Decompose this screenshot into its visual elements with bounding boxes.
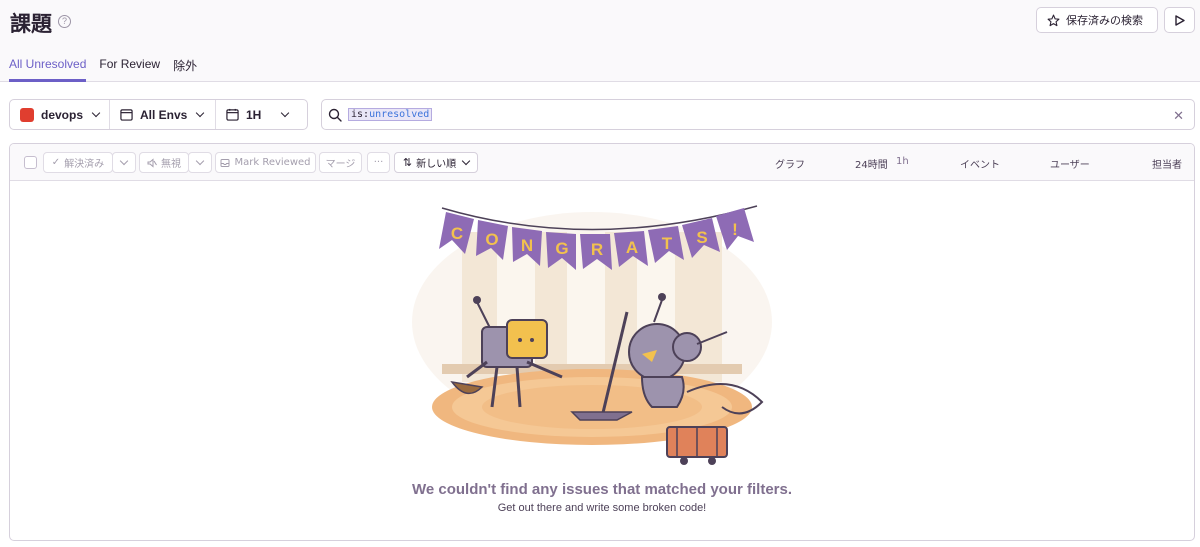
chevron-down-icon [91,108,101,118]
chevron-down-icon [281,108,290,118]
pennant-letter: N [521,236,533,255]
empty-state-subtitle: Get out there and write some broken code… [497,502,707,514]
clear-search-icon[interactable]: ✕ [1173,108,1184,124]
date-range-label: 1H [246,107,262,122]
pennant-letter: T [662,234,673,253]
checkmark-icon: ✓ [51,157,61,168]
play-icon [1174,14,1185,26]
search-token[interactable]: is:unresolved [348,108,433,121]
play-tour-button[interactable] [1164,7,1195,33]
page-header: 課題 ? 保存済みの検索 All Unresolved For Review 除… [0,0,1200,82]
pennant-letter: O [485,230,498,249]
pennant-letter: R [591,240,603,259]
pennant-letter: S [696,228,707,247]
chevron-down-icon [196,108,205,118]
saved-searches-label: 保存済みの検索 [1066,14,1143,27]
sort-icon: ⇅ [402,156,413,169]
search-icon [328,108,342,122]
project-badge-icon [20,107,34,122]
environment-selector[interactable]: All Envs [110,100,216,129]
column-users: ユーザー [1050,160,1090,171]
graph-period-1h[interactable]: 1h [896,156,909,167]
column-assignee: 担当者 [1152,160,1182,171]
issue-tabs: All Unresolved For Review 除外 [9,57,197,82]
issue-list-panel: ✓ 解決済み 無視 Mark Reviewed マージ ··· ⇅ 新しい順 グ… [9,143,1195,541]
congrats-illustration: C O N G R A T S ! [412,205,772,465]
graph-period-24h[interactable]: 24時間 [855,156,888,171]
ignore-options-button[interactable] [188,152,212,173]
saved-searches-button[interactable]: 保存済みの検索 [1036,7,1158,33]
empty-state-title: We couldn't find any issues that matched… [411,481,793,498]
project-selector[interactable]: devops [10,100,110,129]
issue-list-header: ✓ 解決済み 無視 Mark Reviewed マージ ··· ⇅ 新しい順 グ… [10,144,1194,181]
column-graph: グラフ [775,160,805,171]
mute-icon [147,157,157,168]
pennant-letter: C [451,224,463,243]
chevron-down-icon [461,156,471,166]
merge-button[interactable]: マージ [319,152,362,173]
resolve-button[interactable]: ✓ 解決済み [43,152,113,173]
resolve-options-button[interactable] [112,152,136,173]
help-icon[interactable]: ? [58,15,71,28]
chevron-down-icon [195,156,205,166]
ignore-button[interactable]: 無視 [139,152,189,173]
pennant-letter: A [626,238,638,257]
pennant-letter: ! [732,220,738,239]
select-all-checkbox[interactable] [24,156,37,169]
more-actions-button[interactable]: ··· [367,152,390,173]
project-label: devops [40,107,83,122]
sort-dropdown[interactable]: ⇅ 新しい順 [394,152,478,173]
tab-for-review[interactable]: For Review [99,57,160,82]
tab-all-unresolved[interactable]: All Unresolved [9,57,87,82]
issue-search-input[interactable]: is:unresolved ✕ [321,99,1195,130]
mark-reviewed-button[interactable]: Mark Reviewed [215,152,316,173]
pennant-letter: G [555,239,568,258]
environment-label: All Envs [140,107,188,122]
chevron-down-icon [119,156,129,166]
column-events: イベント [960,160,1000,171]
date-range-selector[interactable]: 1H [216,100,307,129]
calendar-icon [120,109,133,121]
star-icon [1047,14,1060,26]
calendar-icon [226,108,239,121]
page-title: 課題 [10,12,52,36]
inbox-icon [220,158,230,167]
page-filter-bar: devops All Envs 1H [9,99,308,130]
tab-ignored[interactable]: 除外 [173,57,197,82]
